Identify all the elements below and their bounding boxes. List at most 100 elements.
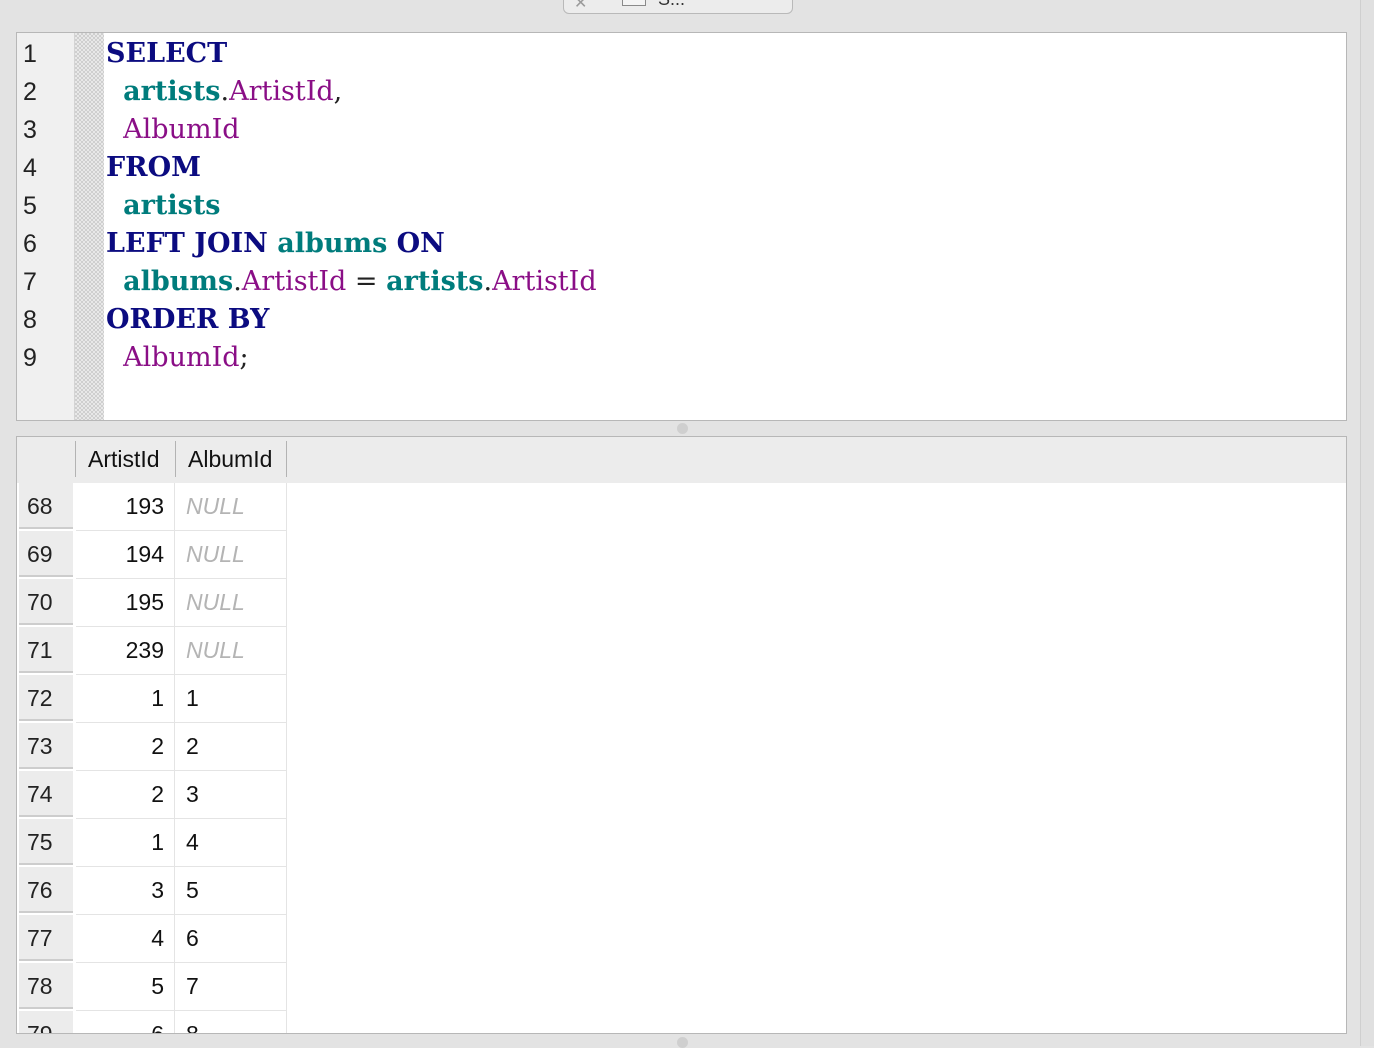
cell-artistid[interactable]: 3 [76,867,175,915]
code-token: artists [123,190,221,221]
code-line[interactable]: AlbumId; [106,339,249,377]
code-token: . [483,266,493,297]
code-line[interactable]: SELECT [106,35,227,73]
code-token: artists [123,76,221,107]
cell-artistid[interactable]: 194 [76,531,175,579]
table-row[interactable]: 74 2 3 [17,771,1346,819]
table-row[interactable]: 75 1 4 [17,819,1346,867]
cell-artistid[interactable]: 1 [76,675,175,723]
cell-albumid[interactable]: 1 [175,675,287,723]
table-row[interactable]: 76 3 5 [17,867,1346,915]
table-row[interactable]: 71 239 NULL [17,627,1346,675]
table-row[interactable]: 77 4 6 [17,915,1346,963]
query-tab[interactable]: ✕ S... [563,0,793,14]
code-token: albums [123,266,234,297]
cell-artistid[interactable]: 2 [76,723,175,771]
line-number: 9 [23,344,37,372]
cell-artistid[interactable]: 2 [76,771,175,819]
fold-margin [75,33,104,420]
line-number: 4 [23,154,37,182]
table-row[interactable]: 79 6 8 [17,1011,1346,1033]
cell-artistid[interactable]: 239 [76,627,175,675]
bottom-splitter-handle[interactable] [677,1037,688,1048]
table-row[interactable]: 73 2 2 [17,723,1346,771]
code-token: ArtistId [241,266,347,297]
cell-albumid[interactable]: NULL [175,483,287,531]
code-line[interactable]: artists [106,187,221,225]
window-edge [1360,0,1374,1046]
row-number: 76 [19,867,73,913]
code-token: ; [239,342,249,373]
row-number: 68 [19,483,73,529]
table-row[interactable]: 68 193 NULL [17,483,1346,531]
table-row[interactable]: 70 195 NULL [17,579,1346,627]
cell-artistid[interactable]: 5 [76,963,175,1011]
code-line[interactable]: FROM [106,149,201,187]
cell-artistid[interactable]: 195 [76,579,175,627]
column-header-artistid[interactable]: ArtistId [75,441,175,477]
cell-artistid[interactable]: 6 [76,1011,175,1033]
code-line[interactable]: AlbumId [106,111,240,149]
cell-artistid[interactable]: 193 [76,483,175,531]
cell-albumid[interactable]: NULL [175,627,287,675]
sql-editor[interactable]: 123456789 SELECT artists.ArtistId, Album… [16,32,1347,421]
row-number: 74 [19,771,73,817]
row-number: 79 [19,1011,73,1033]
code-token: = [346,266,387,297]
row-number: 69 [19,531,73,577]
cell-albumid[interactable]: 8 [175,1011,287,1033]
cell-albumid[interactable]: NULL [175,579,287,627]
row-number: 77 [19,915,73,961]
code-line[interactable]: artists.ArtistId, [106,73,342,111]
row-number: 71 [19,627,73,673]
row-number: 75 [19,819,73,865]
close-icon[interactable]: ✕ [574,0,587,13]
cell-albumid[interactable]: 7 [175,963,287,1011]
code-line[interactable]: LEFT JOIN albums ON [106,225,445,263]
cell-artistid[interactable]: 1 [76,819,175,867]
cell-artistid[interactable]: 4 [76,915,175,963]
table-row[interactable]: 72 1 1 [17,675,1346,723]
row-number: 70 [19,579,73,625]
code-line[interactable]: ORDER BY [106,301,269,339]
pane-splitter-handle[interactable] [677,423,688,434]
code-token: , [333,76,343,107]
line-number: 2 [23,78,37,106]
cell-albumid[interactable]: 6 [175,915,287,963]
results-header: ArtistId AlbumId [17,437,1346,483]
column-header-albumid[interactable]: AlbumId [175,441,287,477]
cell-albumid[interactable]: NULL [175,531,287,579]
cell-albumid[interactable]: 2 [175,723,287,771]
code-token: ArtistId [492,266,597,297]
code-token: albums [277,228,388,259]
line-number: 7 [23,268,37,296]
results-grid[interactable]: ArtistId AlbumId 68 193 NULL 69 194 NULL 70 195… [16,436,1347,1034]
table-row[interactable]: 69 194 NULL [17,531,1346,579]
document-icon [622,0,646,6]
code-token: SELECT [106,38,228,69]
cell-albumid[interactable]: 4 [175,819,287,867]
line-number-gutter: 1 2 3 4 5 6 7 8 9 [17,33,75,420]
code-token: FROM [106,152,202,183]
cell-albumid[interactable]: 3 [175,771,287,819]
code-token: ORDER BY [106,304,270,335]
code-token: . [233,266,242,297]
code-token: . [220,76,230,107]
table-row[interactable]: 78 5 7 [17,963,1346,1011]
line-number: 6 [23,230,37,258]
cell-albumid[interactable]: 5 [175,867,287,915]
code-line[interactable]: albums.ArtistId = artists.ArtistId [106,263,597,301]
line-number: 1 [23,40,37,68]
code-token: AlbumId [123,114,240,145]
line-number: 3 [23,116,37,144]
code-token: LEFT JOIN [106,228,278,259]
line-number: 5 [23,192,37,220]
row-number: 72 [19,675,73,721]
code-token: ON [387,228,445,259]
code-token: AlbumId [123,342,240,373]
